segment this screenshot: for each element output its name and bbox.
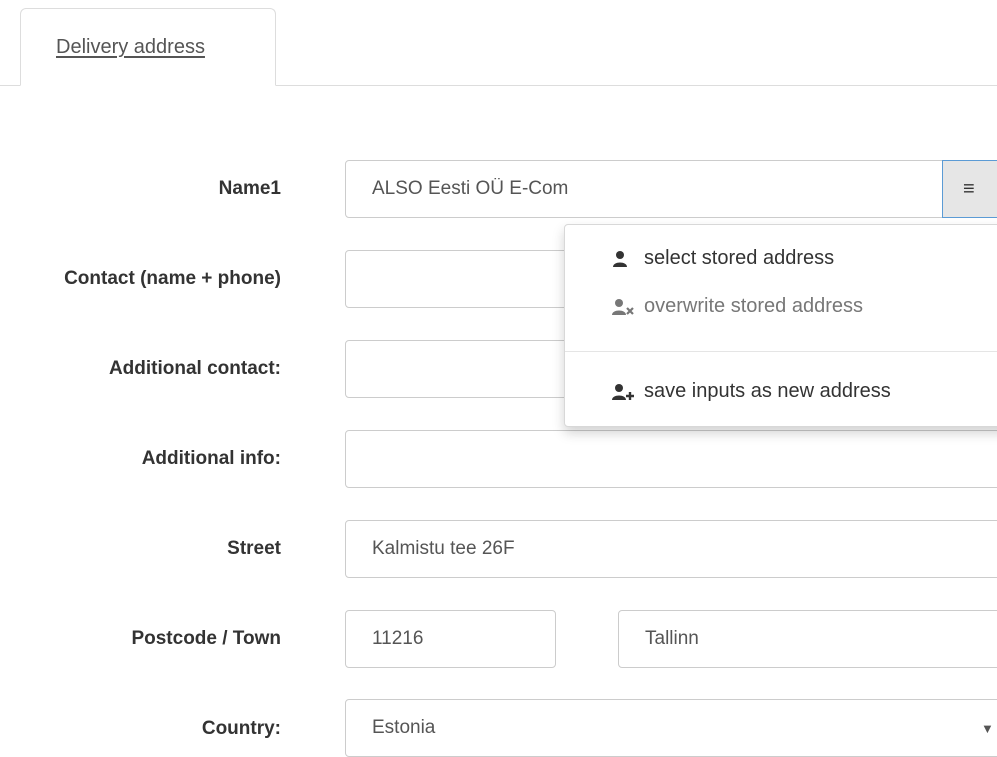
street-input[interactable]	[345, 520, 997, 578]
address-dropdown-menu: select stored address overwrite stored a…	[564, 224, 997, 427]
country-label: Country:	[201, 718, 281, 739]
additional-info-input[interactable]	[345, 430, 997, 488]
country-select[interactable]: Estonia ▼	[345, 699, 997, 757]
town-input[interactable]	[618, 610, 997, 668]
menu-item-save-new-address[interactable]: save inputs as new address	[612, 380, 891, 403]
name1-input[interactable]	[345, 160, 943, 218]
tab-label: Delivery address	[56, 36, 205, 58]
menu-item-select-stored-address[interactable]: select stored address	[612, 247, 834, 270]
name1-label: Name1	[218, 178, 281, 199]
menu-divider	[565, 351, 997, 352]
postcode-town-label: Postcode / Town	[131, 628, 281, 649]
country-value: Estonia	[372, 717, 436, 738]
menu-item-overwrite-stored-address[interactable]: overwrite stored address	[612, 295, 863, 318]
user-icon	[612, 250, 644, 268]
tab-delivery-address[interactable]: Delivery address	[20, 8, 276, 86]
address-menu-button[interactable]: ≡	[942, 160, 997, 218]
additional-contact-label: Additional contact:	[108, 358, 281, 379]
street-label: Street	[227, 538, 281, 559]
additional-info-label: Additional info:	[141, 448, 281, 469]
caret-down-icon: ▼	[981, 721, 994, 736]
hamburger-icon: ≡	[963, 177, 975, 200]
postcode-input[interactable]	[345, 610, 556, 668]
contact-label: Contact (name + phone)	[64, 268, 281, 289]
user-remove-icon	[612, 298, 644, 316]
user-add-icon	[612, 383, 644, 401]
